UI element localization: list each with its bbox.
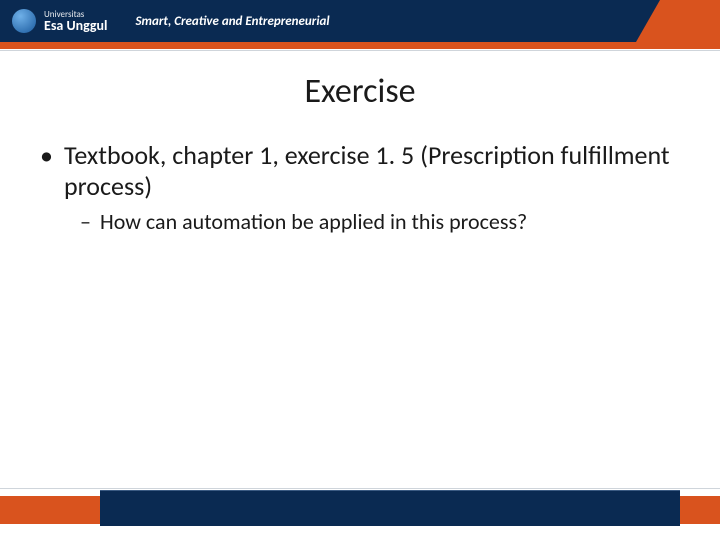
dash-mark-icon: – (80, 208, 100, 235)
header-accent (660, 0, 720, 42)
logo-icon (12, 9, 36, 33)
bullet-1-text: Textbook, chapter 1, exercise 1. 5 (Pres… (64, 140, 680, 202)
bullet-mark-icon: • (40, 140, 64, 202)
footer (0, 488, 720, 540)
footer-navy-bar (100, 490, 680, 526)
orange-strip (0, 42, 720, 49)
header-bar: Universitas Esa Unggul Smart, Creative a… (0, 0, 720, 42)
logo: Universitas Esa Unggul (0, 9, 108, 33)
divider-line (0, 50, 720, 51)
footer-divider (0, 488, 720, 489)
slide-title: Exercise (0, 71, 720, 112)
bullet-level-2: – How can automation be applied in this … (80, 208, 680, 235)
logo-text: Universitas Esa Unggul (44, 10, 108, 33)
content-area: • Textbook, chapter 1, exercise 1. 5 (Pr… (0, 112, 720, 235)
logo-top: Universitas (44, 10, 108, 19)
tagline: Smart, Creative and Entrepreneurial (136, 14, 330, 29)
bullet-level-1: • Textbook, chapter 1, exercise 1. 5 (Pr… (40, 140, 680, 202)
bullet-2-text: How can automation be applied in this pr… (100, 208, 527, 235)
